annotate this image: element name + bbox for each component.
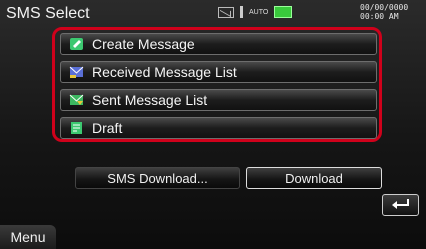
draft-label: Draft	[92, 120, 123, 136]
draft-button[interactable]: Draft	[60, 117, 377, 139]
draft-icon	[69, 121, 84, 135]
battery-icon	[274, 6, 293, 18]
back-button[interactable]	[382, 194, 419, 216]
received-message-list-button[interactable]: Received Message List	[60, 61, 377, 83]
sms-select-screen: SMS Select AUTO 00/00/0000 00:00 AM Crea…	[0, 0, 426, 249]
status-bar: AUTO	[218, 3, 348, 21]
received-message-list-label: Received Message List	[92, 64, 237, 80]
sms-envelope-icon	[218, 6, 234, 18]
sent-message-list-button[interactable]: Sent Message List	[60, 89, 377, 111]
menu-button[interactable]: Menu	[0, 225, 56, 249]
create-message-label: Create Message	[92, 36, 195, 52]
status-auto-label: AUTO	[249, 8, 269, 16]
sent-message-list-label: Sent Message List	[92, 92, 208, 108]
sent-messages-icon	[69, 93, 84, 107]
download-button[interactable]: Download	[246, 167, 382, 189]
page-title: SMS Select	[6, 5, 90, 22]
antenna-icon	[240, 6, 243, 18]
sms-download-label: SMS Download...	[75, 167, 240, 189]
create-message-icon	[69, 37, 84, 51]
received-messages-icon	[69, 65, 84, 79]
create-message-button[interactable]: Create Message	[60, 33, 377, 55]
clock: 00/00/0000 00:00 AM	[360, 3, 409, 21]
back-arrow-icon	[390, 196, 412, 215]
